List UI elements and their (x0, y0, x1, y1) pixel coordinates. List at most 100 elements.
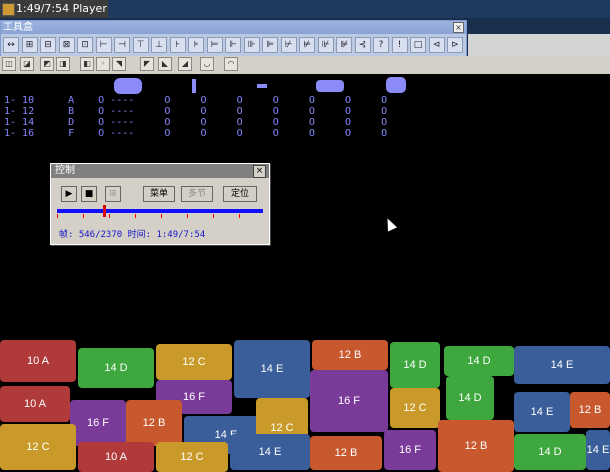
toolbox-button[interactable]: ⊧ (188, 37, 204, 53)
frame-value: 546/2370 (78, 230, 123, 240)
toolbar-button[interactable]: ◠ (224, 57, 238, 71)
toolbox-button[interactable]: □ (410, 37, 426, 53)
pattern-piece: 14 D (78, 348, 154, 388)
control-panel: 控制 × ▶ ■ ⊞ 菜单 多节 定位 帧: 546/2370 时间: 1:49… (50, 163, 270, 245)
shape-blob (192, 79, 196, 93)
size-row: 1- 12 B O ---- O O O O O O O (4, 106, 387, 117)
shape-blob (386, 77, 406, 93)
pattern-piece: 14 E (514, 392, 570, 432)
toolbox-button[interactable]: ⊮ (317, 37, 334, 53)
time-label: 时间: (127, 230, 152, 240)
control-title: 控制 (55, 165, 75, 176)
toolbox-button[interactable]: ! (391, 37, 408, 53)
toolbox-button[interactable]: ⊪ (243, 37, 260, 53)
row-letter: D (68, 117, 75, 128)
locate-button[interactable]: 定位 (223, 186, 257, 202)
toolbox-button[interactable]: ⊲ (428, 37, 445, 53)
pattern-piece: 14 D (444, 346, 514, 376)
window-titlebar: 1:49/7:54 Player (0, 0, 610, 18)
pattern-piece: 12 C (156, 442, 228, 472)
toolbox-button[interactable]: ⊨ (206, 37, 223, 53)
toolbox-title: 工具盒 (3, 22, 33, 33)
toolbox-button[interactable]: ⊡ (77, 37, 93, 53)
toolbar-right-strip (468, 34, 610, 56)
toolbar-button[interactable]: ◢ (178, 57, 192, 71)
toolbox-button[interactable]: ? (373, 37, 389, 53)
toolbox-button[interactable]: ⊬ (280, 37, 297, 53)
row-range: 1- 10 (4, 95, 35, 106)
pattern-piece: 14 E (230, 434, 310, 470)
toolbox-button[interactable]: ⊦ (169, 37, 186, 53)
slider-tick (57, 214, 58, 218)
app-icon (2, 3, 15, 16)
toolbox-button[interactable]: ⊩ (225, 37, 241, 53)
toolbar-button[interactable]: ◩ (40, 57, 54, 71)
toolbox-button[interactable]: ⊣ (114, 37, 130, 53)
pattern-piece: 14 D (390, 342, 440, 388)
progress-slider[interactable] (57, 209, 263, 213)
toolbox-button[interactable]: ⊞ (21, 37, 38, 53)
row-range: 1- 16 (4, 128, 35, 139)
toolbar-button[interactable]: ◦ (96, 57, 110, 71)
pause-button[interactable]: ■ (81, 186, 97, 202)
pattern-piece: 16 F (310, 370, 388, 432)
toolbar-button[interactable]: ◪ (20, 57, 34, 71)
toolbox-button[interactable]: ↔ (3, 37, 19, 53)
toolbox-button[interactable]: ⊰ (354, 37, 371, 53)
row-values: O ---- O O O O O O O (98, 128, 388, 139)
toolbar-button[interactable]: ◫ (2, 57, 16, 71)
pattern-piece: 12 C (0, 424, 76, 470)
pattern-piece: 10 A (0, 340, 76, 382)
toolbar-button[interactable]: ◡ (200, 57, 214, 71)
toolbar-button[interactable]: ◣ (158, 57, 172, 71)
control-close-button[interactable]: × (253, 165, 266, 178)
toolbar-button[interactable]: ◨ (56, 57, 70, 71)
slider-tick (239, 214, 240, 218)
toolbox-button[interactable]: ⊯ (336, 37, 352, 53)
toolbox-button[interactable]: ⊥ (151, 37, 167, 53)
pattern-piece: 12 B (312, 340, 388, 370)
nesting-layout: 10 A 14 D 12 C 16 F 14 E 12 B 14 D 14 D 14 E 10 A… (0, 338, 610, 472)
row-values: O ---- O O O O O O O (98, 117, 388, 128)
row-values: O ---- O O O O O O O (98, 106, 388, 117)
toolbar-button[interactable]: ◥ (112, 57, 126, 71)
row-letter: F (68, 128, 75, 139)
pattern-piece: 14 E (586, 430, 610, 470)
pattern-piece: 14 E (514, 346, 610, 384)
menu-button[interactable]: 菜单 (143, 186, 175, 202)
slider-tick (83, 214, 84, 218)
pattern-piece: 10 A (78, 442, 154, 472)
control-header[interactable]: 控制 × (51, 164, 269, 178)
toolbox-button[interactable]: ⊢ (95, 37, 112, 53)
frame-time-readout: 帧: 546/2370 时间: 1:49/7:54 (59, 227, 205, 240)
toolbox-button[interactable]: ⊤ (132, 37, 149, 53)
toolbox-header[interactable]: 工具盒 × (1, 21, 466, 34)
row-range: 1- 14 (4, 117, 35, 128)
size-row: 1- 10 A O ---- O O O O O O O (4, 95, 387, 106)
play-button[interactable]: ▶ (61, 186, 77, 202)
slider-tick (213, 214, 214, 218)
pattern-piece: 12 C (390, 388, 440, 428)
slider-tick (109, 214, 110, 218)
toolbox-button[interactable]: ⊫ (262, 37, 278, 53)
shape-blob (114, 78, 142, 94)
toolbox-button[interactable]: ⊟ (40, 37, 56, 53)
toolbox-button[interactable]: ⊠ (58, 37, 75, 53)
toolbox-buttons: ↔ ⊞ ⊟ ⊠ ⊡ ⊢ ⊣ ⊤ ⊥ ⊦ ⊧ ⊨ ⊩ ⊪ ⊫ ⊬ ⊭ ⊮ ⊯ ⊰?! □ ⊲ ⊳ (3, 37, 465, 55)
toolbox-button[interactable]: ⊳ (447, 37, 463, 53)
toolbar-button[interactable]: ◤ (140, 57, 154, 71)
size-row: 1- 16 F O ---- O O O O O O O (4, 128, 387, 139)
pattern-piece: 16 F (384, 430, 436, 470)
toolbox-button[interactable]: ⊭ (299, 37, 315, 53)
multi-button[interactable]: 多节 (181, 186, 213, 202)
row-values: O ---- O O O O O O O (98, 95, 388, 106)
pattern-piece: 12 B (438, 420, 514, 472)
shape-blob (316, 80, 344, 92)
pattern-piece: 14 D (446, 376, 494, 420)
pattern-piece: 14 D (514, 434, 586, 470)
slider-thumb[interactable] (103, 205, 106, 217)
size-row: 1- 14 D O ---- O O O O O O O (4, 117, 387, 128)
step-button[interactable]: ⊞ (105, 186, 121, 202)
toolbar-button[interactable]: ◧ (80, 57, 94, 71)
toolbox-close-button[interactable]: × (453, 22, 464, 33)
